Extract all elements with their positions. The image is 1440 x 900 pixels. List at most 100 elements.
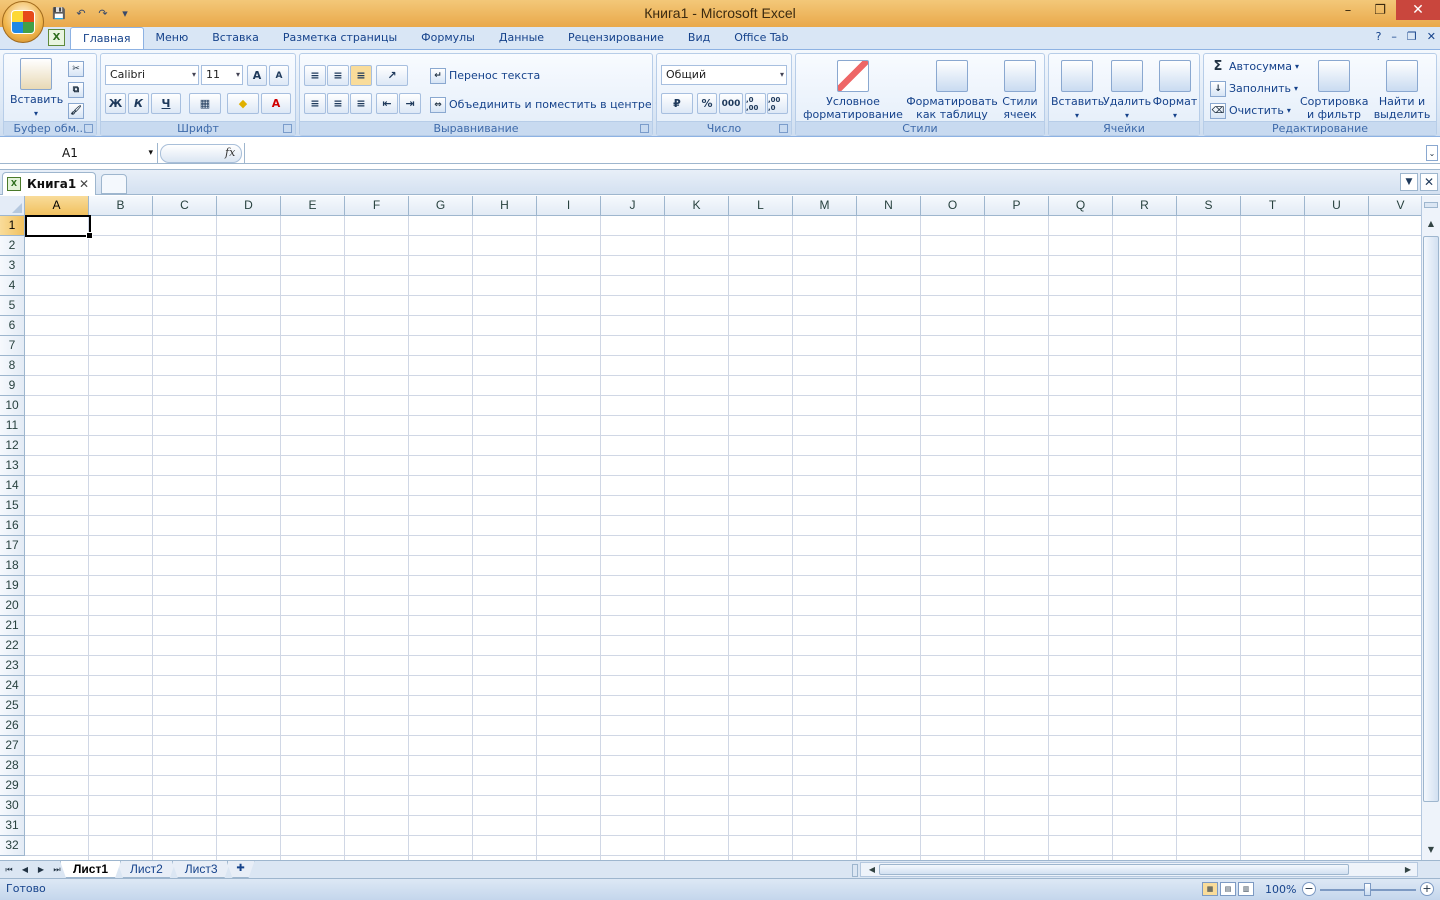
horizontal-scroll-thumb[interactable] <box>879 864 1349 875</box>
copy-button[interactable]: ⧉ <box>68 79 87 100</box>
merge-center-button[interactable]: ⇔Объединить и поместить в центре▾ <box>430 94 660 115</box>
dialog-launcher-icon[interactable] <box>84 124 93 133</box>
row-header[interactable]: 27 <box>0 736 25 756</box>
row-header[interactable]: 25 <box>0 696 25 716</box>
tab-7[interactable]: Вид <box>676 27 722 49</box>
row-header[interactable]: 30 <box>0 796 25 816</box>
restore-button[interactable]: ❐ <box>1364 0 1396 20</box>
column-header[interactable]: T <box>1241 196 1305 216</box>
row-header[interactable]: 15 <box>0 496 25 516</box>
row-header[interactable]: 9 <box>0 376 25 396</box>
decrease-indent-button[interactable]: ⇤ <box>376 93 398 114</box>
increase-indent-button[interactable]: ⇥ <box>399 93 421 114</box>
font-name-combo[interactable]: Calibri ▾ <box>105 65 199 85</box>
dialog-launcher-icon[interactable] <box>779 124 788 133</box>
tab-6[interactable]: Рецензирование <box>556 27 676 49</box>
column-header[interactable]: K <box>665 196 729 216</box>
percent-button[interactable]: % <box>697 93 717 114</box>
column-header[interactable]: C <box>153 196 217 216</box>
vertical-scroll-thumb[interactable] <box>1423 236 1439 802</box>
tab-3[interactable]: Разметка страницы <box>271 27 409 49</box>
horizontal-split-box[interactable] <box>852 864 858 877</box>
tab-1[interactable]: Меню <box>144 27 201 49</box>
row-header[interactable]: 7 <box>0 336 25 356</box>
underline-button[interactable]: Ч <box>151 93 181 114</box>
cell-styles-button[interactable]: Стили ячеек <box>998 60 1042 121</box>
delete-cells-button[interactable]: Удалить ▾ <box>1103 60 1151 122</box>
vertical-scrollbar[interactable]: ▲ ▼ <box>1421 196 1440 860</box>
paste-button[interactable]: Вставить ▾ <box>10 58 63 120</box>
sheet-tab[interactable]: Лист3 <box>172 861 231 878</box>
thousands-separator-button[interactable]: 000 <box>719 93 743 114</box>
scroll-up-icon[interactable]: ▲ <box>1423 216 1439 232</box>
row-header[interactable]: 19 <box>0 576 25 596</box>
fill-color-button[interactable]: ◆ <box>227 93 259 114</box>
row-header[interactable]: 14 <box>0 476 25 496</box>
close-document-icon[interactable]: ✕ <box>1420 173 1438 191</box>
row-header[interactable]: 8 <box>0 356 25 376</box>
column-header[interactable]: M <box>793 196 857 216</box>
find-select-button[interactable]: Найти и выделить <box>1370 60 1434 121</box>
number-format-combo[interactable]: Общий ▾ <box>661 65 787 85</box>
zoom-in-icon[interactable]: + <box>1420 882 1434 896</box>
row-header[interactable]: 3 <box>0 256 25 276</box>
column-header[interactable]: N <box>857 196 921 216</box>
row-header[interactable]: 23 <box>0 656 25 676</box>
format-painter-button[interactable]: 🖌 <box>68 100 87 121</box>
row-header[interactable]: 6 <box>0 316 25 336</box>
prev-sheet-icon[interactable]: ◀ <box>18 862 32 877</box>
row-header[interactable]: 11 <box>0 416 25 436</box>
page-layout-view-icon[interactable]: ▤ <box>1220 882 1236 896</box>
scroll-down-icon[interactable]: ▼ <box>1423 842 1439 858</box>
select-all-button[interactable] <box>0 196 25 216</box>
sort-filter-button[interactable]: Сортировка и фильтр <box>1300 60 1369 121</box>
row-header[interactable]: 17 <box>0 536 25 556</box>
row-header[interactable]: 5 <box>0 296 25 316</box>
row-header[interactable]: 18 <box>0 556 25 576</box>
align-left-button[interactable]: ≡ <box>304 93 326 114</box>
scroll-right-icon[interactable]: ▶ <box>1401 863 1415 876</box>
horizontal-scrollbar[interactable]: ◀ ▶ <box>860 862 1418 877</box>
fill-button[interactable]: ↓ Заполнить ▾ <box>1210 78 1298 99</box>
currency-format-button[interactable]: ₽ <box>661 93 693 114</box>
grow-font-button[interactable]: A <box>247 65 267 86</box>
row-header[interactable]: 12 <box>0 436 25 456</box>
row-header[interactable]: 29 <box>0 776 25 796</box>
name-box[interactable]: A1 ▾ <box>0 143 158 164</box>
help-icon[interactable]: ? <box>1376 30 1382 43</box>
zoom-slider-thumb[interactable] <box>1364 883 1371 896</box>
cell-area[interactable] <box>25 216 1421 860</box>
new-document-tab[interactable] <box>101 174 127 194</box>
row-header[interactable]: 13 <box>0 456 25 476</box>
document-tab-book1[interactable]: X Книга1 ✕ <box>2 172 96 195</box>
scroll-left-icon[interactable]: ◀ <box>865 863 879 876</box>
ribbon-close-icon[interactable]: ✕ <box>1427 30 1436 43</box>
row-header[interactable]: 26 <box>0 716 25 736</box>
ribbon-restore-icon[interactable]: ❐ <box>1407 30 1417 43</box>
wrap-text-button[interactable]: ↵ Перенос текста <box>430 65 540 86</box>
column-header[interactable]: E <box>281 196 345 216</box>
clear-button[interactable]: ⌫ Очистить ▾ <box>1210 100 1291 121</box>
insert-function-icon[interactable]: fx <box>225 146 235 159</box>
decrease-decimal-button[interactable]: ,00 ,0 <box>767 93 788 114</box>
insert-cells-button[interactable]: Вставить ▾ <box>1051 60 1104 122</box>
chevron-down-icon[interactable]: ▾ <box>148 143 153 163</box>
zoom-level[interactable]: 100% <box>1265 883 1296 896</box>
shrink-font-button[interactable]: A <box>269 65 289 86</box>
conditional-formatting-button[interactable]: Условное форматирование <box>800 60 906 121</box>
tab-8[interactable]: Office Tab <box>722 27 800 49</box>
column-header[interactable]: Q <box>1049 196 1113 216</box>
row-header[interactable]: 31 <box>0 816 25 836</box>
expand-formula-bar-icon[interactable]: ⌄ <box>1426 145 1438 161</box>
column-header[interactable]: L <box>729 196 793 216</box>
column-header[interactable]: J <box>601 196 665 216</box>
ribbon-minimize-icon[interactable]: – <box>1391 30 1397 43</box>
row-header[interactable]: 4 <box>0 276 25 296</box>
format-as-table-button[interactable]: Форматировать как таблицу <box>906 60 998 121</box>
zoom-out-icon[interactable]: − <box>1302 882 1316 896</box>
align-top-button[interactable]: ≡ <box>304 65 326 86</box>
align-right-button[interactable]: ≡ <box>350 93 372 114</box>
row-header[interactable]: 2 <box>0 236 25 256</box>
column-header[interactable]: U <box>1305 196 1369 216</box>
column-header[interactable]: A <box>25 196 89 216</box>
